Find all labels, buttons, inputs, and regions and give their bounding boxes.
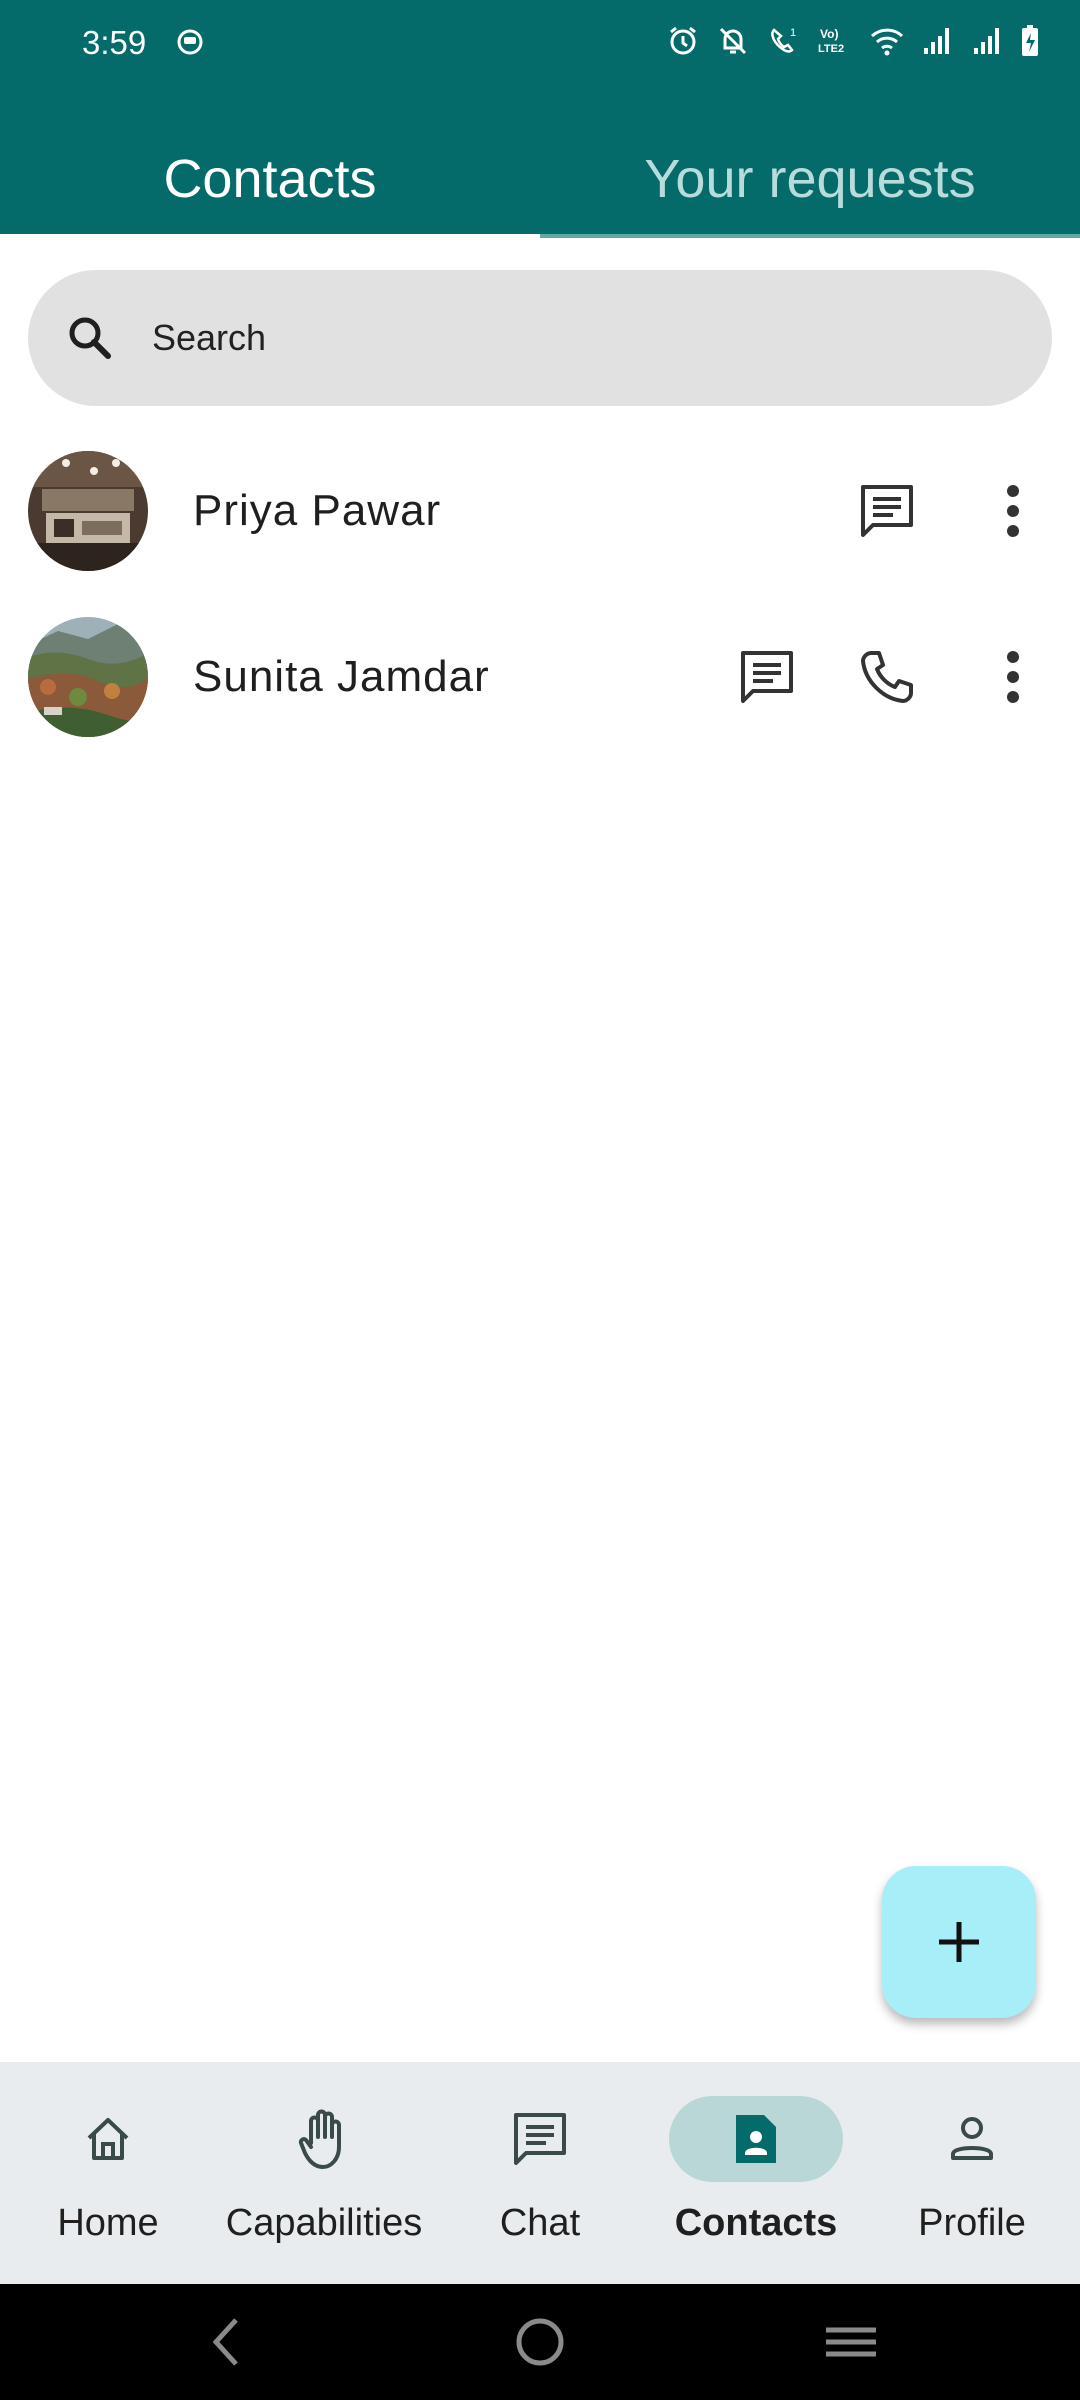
status-bar: 3:59 1 Vo) LTE2 — [0, 0, 1080, 90]
plus-icon — [939, 1922, 979, 1962]
more-options-button[interactable] — [980, 644, 1046, 710]
search-icon — [69, 317, 111, 359]
nav-item-chat[interactable]: Chat — [432, 2062, 648, 2284]
contact-row[interactable]: Priya Pawar — [0, 428, 1080, 594]
svg-text:LTE2: LTE2 — [818, 43, 844, 55]
status-icons: 1 Vo) LTE2 — [666, 24, 1040, 58]
battery-charging-icon — [1022, 25, 1038, 56]
contact-name: Sunita Jamdar — [193, 652, 490, 701]
phone-icon — [861, 651, 913, 703]
contact-row[interactable]: Sunita Jamdar — [0, 594, 1080, 760]
chat-button[interactable] — [734, 644, 800, 710]
system-navigation-bar — [0, 2284, 1080, 2400]
avatar — [28, 451, 148, 571]
svg-text:1: 1 — [790, 27, 796, 39]
chat-icon — [861, 485, 913, 537]
bottom-navigation: Home Capabilities Chat Contacts Profile — [0, 2062, 1080, 2284]
nav-pill — [453, 2096, 627, 2182]
avatar — [28, 617, 148, 737]
more-vert-icon — [1007, 651, 1019, 703]
tab-indicator-inactive — [540, 234, 1080, 238]
add-contact-button[interactable] — [882, 1866, 1036, 2018]
contact-card-icon — [736, 2115, 776, 2163]
nav-pill — [885, 2096, 1059, 2182]
chat-icon — [514, 2113, 566, 2165]
contact-name: Priya Pawar — [193, 486, 442, 535]
signal-icon-1 — [924, 28, 949, 54]
tab-contacts-label: Contacts — [163, 149, 377, 209]
status-time: 3:59 — [82, 24, 147, 61]
app-root: 3:59 1 Vo) LTE2 Contacts Your requests S… — [0, 0, 1080, 2400]
recents-icon[interactable] — [824, 2312, 878, 2372]
back-icon[interactable] — [206, 2312, 246, 2372]
tab-indicator-active — [0, 234, 540, 238]
person-icon — [951, 2117, 993, 2160]
tab-your-requests-label: Your requests — [644, 149, 976, 209]
nav-item-home[interactable]: Home — [0, 2062, 216, 2284]
nav-label: Home — [57, 2202, 159, 2244]
app-notification-icon — [177, 29, 203, 55]
svg-text:Vo): Vo) — [820, 27, 838, 41]
chat-button[interactable] — [854, 478, 920, 544]
nav-label: Chat — [499, 2202, 581, 2244]
call-button[interactable] — [854, 644, 920, 710]
hand-icon — [298, 2109, 341, 2169]
nav-label: Capabilities — [225, 2202, 423, 2244]
nav-pill — [237, 2096, 411, 2182]
tab-bar: Contacts Your requests — [0, 120, 1080, 238]
nav-item-profile[interactable]: Profile — [864, 2062, 1080, 2284]
nav-label: Contacts — [674, 2202, 838, 2244]
home-icon — [87, 2118, 129, 2160]
nav-pill — [21, 2096, 195, 2182]
wifi-call-icon: 1 — [771, 27, 796, 53]
search-bar[interactable] — [28, 270, 1052, 406]
tab-contacts[interactable]: Contacts — [0, 120, 540, 238]
home-circle-icon[interactable] — [510, 2312, 570, 2372]
more-vert-icon — [1007, 485, 1019, 537]
nav-pill-active — [669, 2096, 843, 2182]
wifi-icon — [870, 28, 904, 56]
nav-item-capabilities[interactable]: Capabilities — [216, 2062, 432, 2284]
signal-icon-2 — [974, 28, 999, 54]
search-input[interactable] — [150, 316, 954, 360]
tab-your-requests[interactable]: Your requests — [540, 120, 1080, 238]
alarm-icon — [670, 26, 696, 55]
nav-label: Profile — [918, 2202, 1026, 2244]
notifications-off-icon — [719, 27, 747, 55]
volte-icon: Vo) LTE2 — [818, 27, 844, 55]
chat-icon — [741, 651, 793, 703]
more-options-button[interactable] — [980, 478, 1046, 544]
nav-item-contacts[interactable]: Contacts — [648, 2062, 864, 2284]
app-header: 3:59 1 Vo) LTE2 Contacts Your requests — [0, 0, 1080, 238]
